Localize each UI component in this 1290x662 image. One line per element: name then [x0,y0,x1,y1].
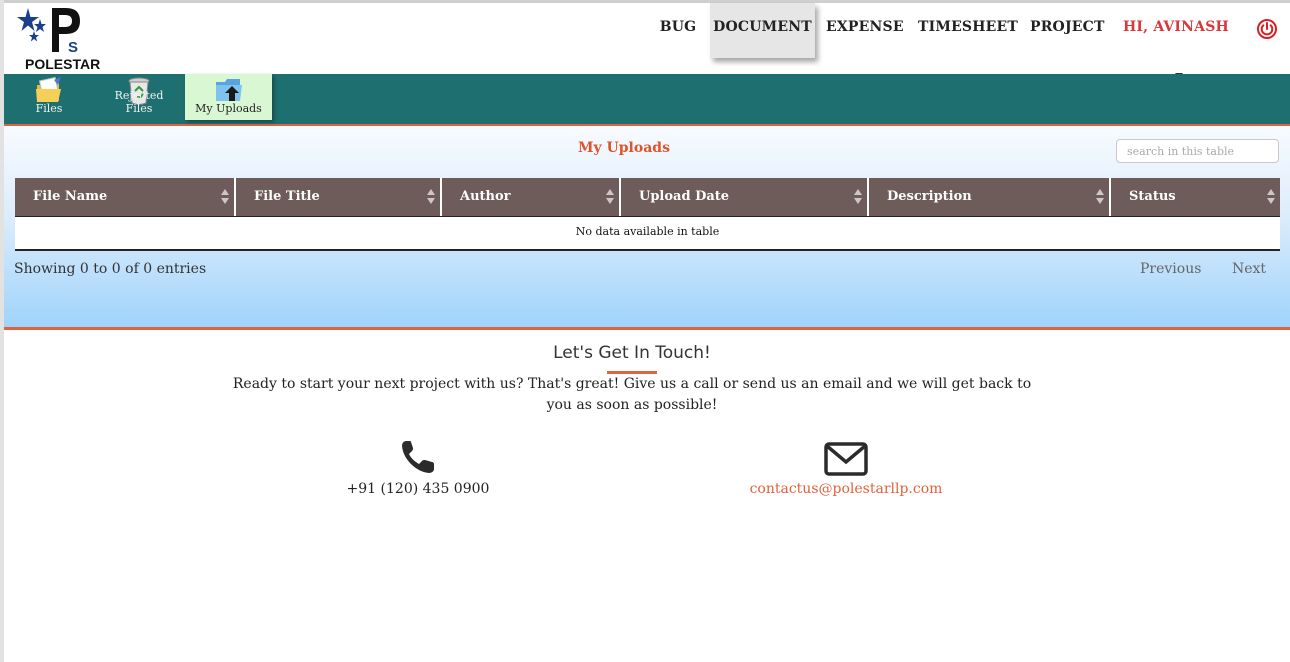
column-label: File Name [33,189,108,204]
tool-rejected-files[interactable]: Rejected Files [104,74,174,120]
sort-icon [1096,189,1104,205]
column-label: Status [1129,189,1176,204]
next-button[interactable]: Next [1232,261,1266,277]
email-link[interactable]: contactus@polestarllp.com [716,481,976,497]
svg-text:S: S [68,39,78,55]
uploads-table: File Name File Title Author Upload Date … [15,178,1280,251]
page-title: My Uploads [578,140,670,156]
column-file-name[interactable]: File Name [15,178,236,216]
empty-table-message: No data available in table [15,217,1280,251]
table-header: File Name File Title Author Upload Date … [15,178,1280,217]
tool-my-uploads-label: My Uploads [195,102,262,115]
tool-files[interactable]: Files [14,74,84,120]
column-label: Description [887,189,972,204]
header: S POLESTAR BUG DOCUMENT EXPENSE TIMESHEE… [4,3,1290,78]
phone-icon [400,439,436,479]
sort-icon [221,189,229,205]
nav-bug[interactable]: BUG [654,3,702,58]
phone-number: +91 (120) 435 0900 [346,481,490,497]
tool-my-uploads[interactable]: My Uploads [185,74,272,120]
sort-icon [427,189,435,205]
column-upload-date[interactable]: Upload Date [621,178,869,216]
sort-icon [854,189,862,205]
column-author[interactable]: Author [442,178,621,216]
tool-rejected-files-label: Rejected Files [114,89,164,115]
logo-stars-icon: S [17,8,80,56]
nav-expense[interactable]: EXPENSE [826,3,904,58]
column-label: Upload Date [639,189,730,204]
power-icon[interactable] [1257,19,1277,39]
tool-files-label: Files [35,102,63,115]
user-menu[interactable]: HI, AVINASH [1121,3,1231,78]
sort-icon [1267,189,1275,205]
contact-title: Let's Get In Touch! [553,343,711,363]
search-input[interactable] [1116,139,1279,163]
nav-project[interactable]: PROJECT [1030,3,1104,58]
column-status[interactable]: Status [1111,178,1280,216]
user-greeting: HI, AVINASH [1123,19,1229,35]
table-info: Showing 0 to 0 of 0 entries [14,261,207,277]
logo-text: POLESTAR [25,56,101,72]
polestar-logo[interactable]: S POLESTAR [14,5,100,72]
previous-button[interactable]: Previous [1140,261,1201,277]
nav-document[interactable]: DOCUMENT [710,3,815,58]
column-file-title[interactable]: File Title [236,178,442,216]
column-label: File Title [254,189,320,204]
nav-timesheet[interactable]: TIMESHEET [918,3,1018,58]
main-panel: My Uploads File Name File Title Author U… [4,126,1290,330]
toolbar: Files Rejected Files My Uploads [4,74,1290,126]
envelope-icon [824,441,868,481]
column-label: Author [460,189,511,204]
column-description[interactable]: Description [869,178,1111,216]
sort-icon [606,189,614,205]
contact-description: Ready to start your next project with us… [232,376,1032,413]
